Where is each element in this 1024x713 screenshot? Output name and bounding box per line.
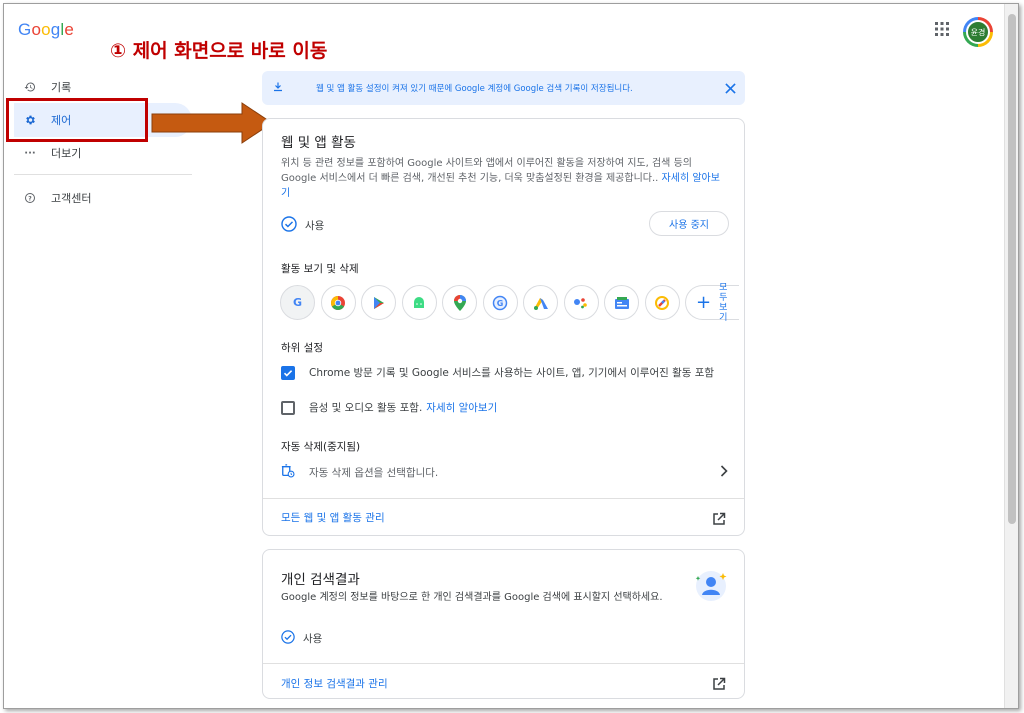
view-delete-label: 활동 보기 및 삭제 <box>281 263 359 275</box>
discover-app-icon[interactable] <box>644 285 680 320</box>
card-description: 위치 등 관련 정보를 포함하여 Google 사이트와 앱에서 이루어진 활동… <box>281 156 728 201</box>
audio-option[interactable]: 음성 및 오디오 활동 포함. 자세히 알아보기 <box>281 400 497 415</box>
maps-app-icon[interactable] <box>442 285 477 320</box>
avatar[interactable]: 윤경 <box>963 17 993 47</box>
sidebar-item-label: 고객센터 <box>51 192 92 205</box>
vertical-scrollbar[interactable] <box>1004 4 1018 708</box>
auto-delete-row[interactable]: 자동 삭제 옵션을 선택합니다. <box>281 464 728 481</box>
manage-personal-results-link[interactable]: 개인 정보 검색결과 관리 <box>281 676 388 691</box>
open-external-icon[interactable] <box>712 676 726 695</box>
close-icon[interactable] <box>715 82 745 94</box>
chrome-app-icon[interactable] <box>320 285 356 320</box>
personal-results-card: 개인 검색결과 Google 계정의 정보를 바탕으로 한 개인 검색결과를 G… <box>262 549 745 699</box>
card-divider <box>263 498 744 499</box>
logo-letter: g <box>50 20 61 39</box>
pause-button[interactable]: 사용 중지 <box>649 211 729 236</box>
card-description: Google 계정의 정보를 바탕으로 한 개인 검색결과를 Google 검색… <box>281 592 663 603</box>
description-text: 위치 등 관련 정보를 포함하여 Google 사이트와 앱에서 이루어진 활동… <box>281 158 692 184</box>
google-logo[interactable]: Google <box>18 20 74 40</box>
assistant-app-icon[interactable] <box>563 285 599 320</box>
chrome-history-label: Chrome 방문 기록 및 Google 서비스를 사용하는 사이트, 앱, … <box>309 367 715 379</box>
logo-letter: e <box>64 20 75 39</box>
chevron-right-icon <box>720 465 728 480</box>
android-app-icon[interactable] <box>401 285 437 320</box>
auto-delete-option-label: 자동 삭제 옵션을 선택합니다. <box>309 467 439 479</box>
audio-learn-more-link[interactable]: 자세히 알아보기 <box>426 400 497 415</box>
svg-text:G: G <box>497 299 504 308</box>
download-icon <box>272 81 286 96</box>
card-title: 웹 및 앱 활동 <box>281 135 356 151</box>
lens-app-icon[interactable]: G <box>482 285 518 320</box>
annotation-highlight-box <box>6 98 148 142</box>
svg-text:?: ? <box>28 195 32 202</box>
status-row: 사용 <box>281 216 324 235</box>
sidebar-item-label: 기록 <box>51 81 72 94</box>
scrollbar-thumb[interactable] <box>1008 14 1016 524</box>
apps-grid-icon[interactable] <box>934 21 950 37</box>
info-banner: 웹 및 앱 활동 설정이 켜져 있기 때문에 Google 계정에 Google… <box>262 71 745 105</box>
chrome-history-checkbox[interactable] <box>281 365 295 380</box>
audio-label: 음성 및 오디오 활동 포함. <box>309 402 423 414</box>
play-app-icon[interactable] <box>361 285 396 320</box>
person-sparkle-icon <box>695 571 727 601</box>
open-external-icon[interactable] <box>712 511 726 530</box>
sidebar-divider <box>14 174 192 175</box>
avatar-label: 윤경 <box>966 20 990 44</box>
logo-letter: o <box>31 20 42 39</box>
web-app-activity-card: 웹 및 앱 활동 위치 등 관련 정보를 포함하여 Google 사이트와 앱에… <box>262 118 745 536</box>
more-apps-label: 모두 보기 <box>719 282 728 323</box>
chrome-history-option[interactable]: Chrome 방문 기록 및 Google 서비스를 사용하는 사이트, 앱, … <box>281 365 714 380</box>
sidebar-item-help[interactable]: ? 고객센터 <box>14 181 192 215</box>
status-label: 사용 <box>305 220 325 232</box>
card-title: 개인 검색결과 <box>281 572 360 588</box>
check-circle-icon <box>281 630 295 647</box>
card-divider <box>263 663 744 664</box>
logo-letter: o <box>41 20 51 39</box>
ads-app-icon[interactable] <box>523 285 558 320</box>
plus-icon: + <box>696 292 712 313</box>
history-icon <box>23 80 37 94</box>
news-app-icon[interactable] <box>604 285 639 320</box>
auto-delete-icon <box>281 464 295 481</box>
browser-frame: Google ① 제어 화면으로 바로 이동 기록 제어 ··· 더보기 ? 고… <box>3 3 1019 709</box>
more-apps-button[interactable]: + 모두 보기 <box>685 282 739 323</box>
sub-settings-label: 하위 설정 <box>281 342 323 354</box>
app-chips: G G + 모두 보기 <box>280 282 739 323</box>
status-label: 사용 <box>303 633 323 645</box>
annotation-title: ① 제어 화면으로 바로 이동 <box>110 40 328 62</box>
status-row: 사용 <box>281 630 322 647</box>
sidebar-item-label: 더보기 <box>51 147 82 160</box>
logo-letter: G <box>18 20 32 39</box>
help-icon: ? <box>23 191 37 205</box>
more-dots-icon: ··· <box>24 147 36 159</box>
banner-text: 웹 및 앱 활동 설정이 켜져 있기 때문에 Google 계정에 Google… <box>316 84 633 94</box>
manage-activity-link[interactable]: 모든 웹 및 앱 활동 관리 <box>281 510 385 525</box>
audio-checkbox[interactable] <box>281 400 295 415</box>
check-circle-icon <box>281 216 297 235</box>
annotation-arrow-icon <box>151 102 273 144</box>
auto-delete-label: 자동 삭제(중지됨) <box>281 441 361 453</box>
google-app-icon[interactable]: G <box>280 285 315 320</box>
